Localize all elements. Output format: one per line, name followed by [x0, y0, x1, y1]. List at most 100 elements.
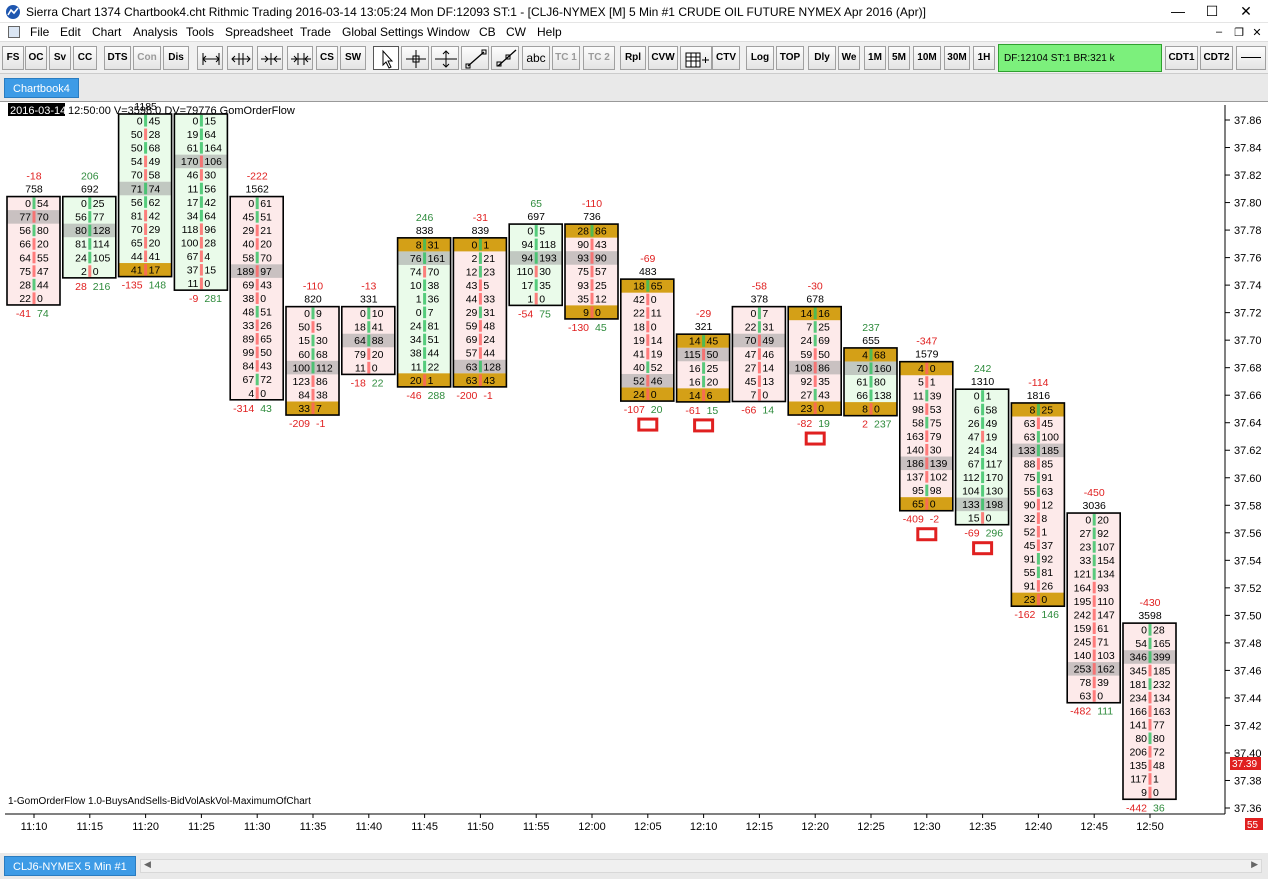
daily-button[interactable]: Dly: [808, 46, 836, 70]
footprint-bar[interactable]: 8 31 76 161 74 70 10 38 1 36 0 7 24 81 34 51 38 44 11 22 20 1…: [396, 212, 452, 402]
menu-file[interactable]: File: [30, 25, 49, 39]
compress-bars-button[interactable]: [257, 46, 283, 70]
log-button[interactable]: Log: [746, 46, 774, 70]
chart-area[interactable]: 0 54 77 70 56 80 66 20 64 55 75 47 28 44 22 0 -18 758 -41 7…: [0, 101, 1268, 853]
bid-volume: 41: [131, 265, 143, 277]
footprint-bar[interactable]: 8 2563 4563 100133 18588 8575 9155 6390 1232 852 1…: [1010, 377, 1066, 621]
1m-button[interactable]: 1M: [864, 46, 886, 70]
footprint-bar[interactable]: 0 2854 165346 399345 185181 232234 134166 16314…: [1122, 597, 1177, 814]
bid-volume: 70: [131, 170, 143, 182]
30m-button[interactable]: 30M: [944, 46, 970, 70]
ask-volume: 43: [260, 279, 272, 291]
ask-volume: 31: [483, 307, 495, 319]
scroll-left-icon[interactable]: ◀: [144, 859, 151, 870]
tc2-button[interactable]: TC 2: [583, 46, 615, 70]
dts-button[interactable]: DTS: [104, 46, 131, 70]
ask-volume: 0: [762, 389, 768, 401]
menu-analysis[interactable]: Analysis: [133, 25, 178, 39]
bid-volume: 94: [522, 239, 534, 251]
delta-stripe: [88, 197, 92, 210]
con-button[interactable]: Con: [133, 46, 161, 70]
sv-button[interactable]: Sv: [49, 46, 71, 70]
menu-window[interactable]: Window: [427, 25, 470, 39]
ask-volume: 45: [149, 116, 161, 128]
footprint-bar[interactable]: 0 6145 5129 2140 2058 70189 9769 4338 048 5133 268…: [229, 171, 284, 415]
menu-trade[interactable]: Trade: [300, 25, 331, 39]
menu-help[interactable]: Help: [537, 25, 562, 39]
delta-stripe: [88, 211, 92, 223]
bid-volume: 80: [75, 225, 87, 237]
menu-cw[interactable]: CW: [506, 25, 526, 39]
bid-volume: 38: [410, 348, 422, 360]
weekly-button[interactable]: We: [838, 46, 860, 70]
trade-window-button[interactable]: [680, 46, 712, 70]
line-tool-button[interactable]: [461, 46, 489, 70]
menu-cb[interactable]: CB: [479, 25, 496, 39]
5m-button[interactable]: 5M: [888, 46, 910, 70]
footprint-bar[interactable]: 0 1519 6461 164170 10646 3011 5617 4234 64118 961…: [173, 113, 229, 305]
fs-button[interactable]: FS: [2, 46, 24, 70]
tab-clj6-5min[interactable]: CLJ6-NYMEX 5 Min #1: [4, 856, 136, 876]
rpl-button[interactable]: Rpl: [620, 46, 646, 70]
scroll-right-icon[interactable]: ▶: [1251, 859, 1258, 870]
line-style-button[interactable]: ——: [1236, 46, 1266, 70]
10m-button[interactable]: 10M: [913, 46, 941, 70]
menu-global-settings[interactable]: Global Settings: [342, 25, 423, 39]
crosshair-tool-button[interactable]: [401, 46, 429, 70]
delta-stripe: [199, 182, 203, 195]
cdt2-button[interactable]: CDT2: [1200, 46, 1233, 70]
bar-spacing-icon: [291, 53, 311, 65]
cc-button[interactable]: CC: [73, 46, 97, 70]
sw-button[interactable]: SW: [340, 46, 366, 70]
horizontal-scrollbar[interactable]: ◀ ▶: [140, 859, 1262, 873]
footprint-bar[interactable]: 0 20 27 92 23 107 33 154 121 134 164 93 195 110 242 147…: [1066, 487, 1121, 718]
footer-ask-delta: 74: [37, 308, 49, 320]
pointer-tool-button[interactable]: [373, 46, 399, 70]
mdi-restore-button[interactable]: ❐: [1232, 26, 1246, 39]
horizontal-line-tool-button[interactable]: [431, 46, 459, 70]
cvw-button[interactable]: CVW: [648, 46, 678, 70]
tab-chartbook4[interactable]: Chartbook4: [4, 78, 79, 98]
pointer-icon: [382, 49, 394, 69]
ray-tool-button[interactable]: [491, 46, 519, 70]
footprint-bar[interactable]: 4 05 111 3998 5358 75163 79140 30186 139137 10295…: [898, 336, 954, 526]
order-flow-chart[interactable]: 0 5477 7056 8066 2064 5575 4728 4422 0-18758-41 7…: [0, 102, 1268, 854]
top-button[interactable]: TOP: [776, 46, 804, 70]
delta-stripe: [88, 265, 92, 277]
tc1-button[interactable]: TC 1: [552, 46, 580, 70]
x-axis-label: 12:30: [913, 821, 941, 833]
ask-volume: 0: [260, 388, 266, 400]
ask-volume: 11: [651, 308, 662, 320]
delta-stripe: [981, 444, 985, 456]
1h-button[interactable]: 1H: [973, 46, 995, 70]
ask-volume: 75: [930, 417, 942, 429]
y-axis-label: 37.42: [1234, 720, 1262, 732]
scale-horizontal-button[interactable]: [197, 46, 223, 70]
bid-volume: 0: [416, 307, 422, 319]
menu-spreadsheet[interactable]: Spreadsheet: [225, 25, 293, 39]
cs-button[interactable]: CS: [316, 46, 338, 70]
y-axis-label: 37.44: [1234, 693, 1262, 705]
delta-stripe: [255, 387, 259, 399]
menu-tools[interactable]: Tools: [186, 25, 214, 39]
footprint-bar[interactable]: 0 12 2112 2343 544 3329 3159 4869 2457 4463 12863 4…: [452, 212, 508, 402]
footprint-bar[interactable]: 0 45 50 28 50 68 54 49 70 58 71 74 56 62 81 42 70 29 65 20 4…: [117, 102, 173, 292]
menu-chart[interactable]: Chart: [92, 25, 121, 39]
bar-spacing-button[interactable]: [287, 46, 313, 70]
mdi-close-button[interactable]: ✕: [1250, 26, 1264, 39]
mdi-minimize-button[interactable]: –: [1212, 26, 1226, 38]
ctv-button[interactable]: CTV: [712, 46, 740, 70]
text-tool-button[interactable]: abc: [522, 46, 550, 70]
menu-edit[interactable]: Edit: [60, 25, 81, 39]
delta-stripe: [534, 292, 538, 305]
cdt1-button[interactable]: CDT1: [1165, 46, 1198, 70]
expand-bars-button[interactable]: [227, 46, 253, 70]
dis-button[interactable]: Dis: [163, 46, 189, 70]
oc-button[interactable]: OC: [25, 46, 47, 70]
bar-volume: 655: [862, 335, 880, 347]
close-button[interactable]: ✕: [1224, 0, 1268, 23]
system-menu-icon[interactable]: [8, 26, 20, 38]
footprint-bar[interactable]: 0 16 5826 4947 1924 3467 117112 170104 130133 198…: [954, 363, 1010, 540]
ask-volume: 35: [818, 376, 830, 388]
delta-stripe: [981, 457, 985, 470]
